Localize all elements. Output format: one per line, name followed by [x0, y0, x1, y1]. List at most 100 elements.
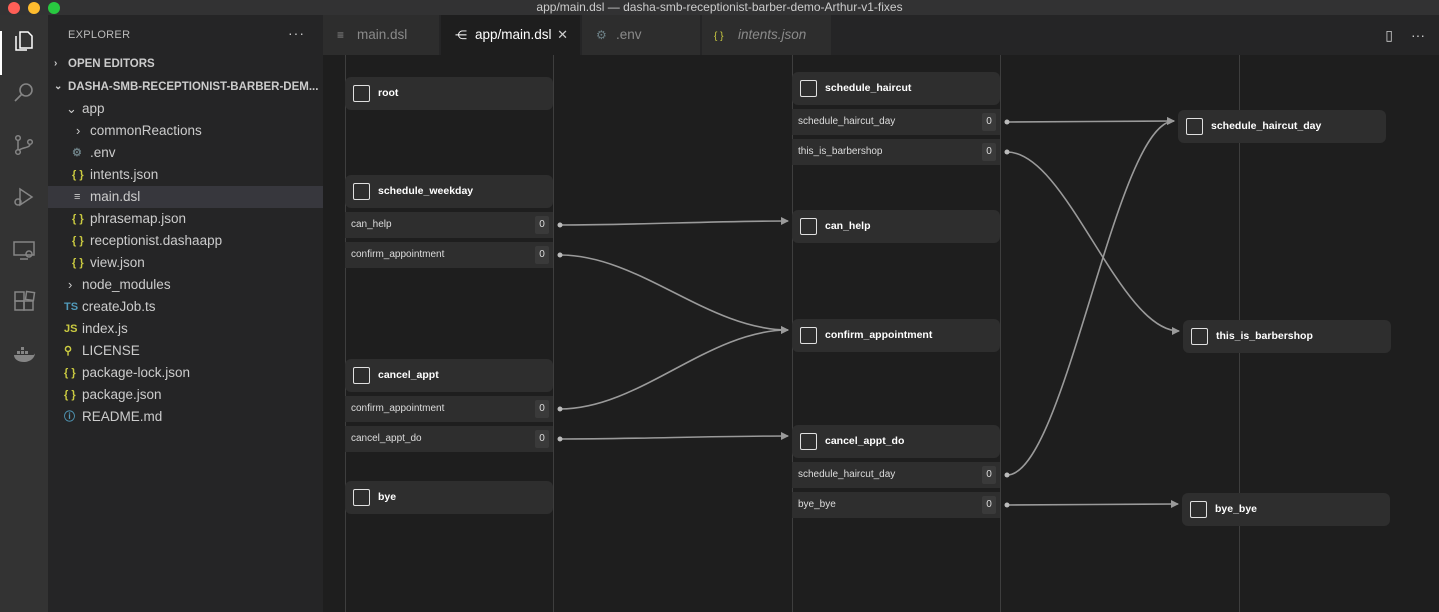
info-icon: ⓘ	[64, 411, 75, 423]
node-bye[interactable]: bye	[345, 481, 553, 518]
node-header[interactable]: can_help	[792, 210, 1000, 243]
tab-env[interactable]: ⚙ .env	[582, 15, 701, 55]
tree-item[interactable]: ≡ main.dsl	[48, 186, 323, 208]
docker-icon[interactable]	[12, 342, 36, 366]
edge-schedule-weekday-to-confirm-appointment	[559, 254, 789, 334]
tree-item[interactable]: › commonReactions	[48, 120, 323, 142]
tab-main-dsl[interactable]: ≡ main.dsl	[323, 15, 440, 55]
edge-port	[1004, 472, 1010, 478]
transition-label: bye_bye	[798, 499, 836, 510]
tree-item[interactable]: { } phrasemap.json	[48, 208, 323, 230]
transition-row[interactable]: schedule_haircut_day 0	[792, 462, 1000, 488]
maximize-window-button[interactable]	[48, 2, 60, 14]
node-header[interactable]: bye_bye	[1182, 493, 1390, 526]
tree-item[interactable]: { } package-lock.json	[48, 362, 323, 384]
node-header[interactable]: confirm_appointment	[792, 319, 1000, 352]
node-header[interactable]: this_is_barbershop	[1183, 320, 1391, 353]
node-root[interactable]: root	[345, 77, 553, 114]
tree-item[interactable]: › node_modules	[48, 274, 323, 296]
files-icon[interactable]	[12, 29, 36, 53]
node-header[interactable]: schedule_weekday	[345, 175, 553, 208]
node-header[interactable]: cancel_appt_do	[792, 425, 1000, 458]
window-title: app/main.dsl — dasha-smb-receptionist-ba…	[536, 0, 903, 14]
json-icon: { }	[64, 367, 76, 379]
node-checkbox[interactable]	[1190, 501, 1207, 518]
tree-item-label: node_modules	[82, 277, 171, 292]
tree-item[interactable]: { } intents.json	[48, 164, 323, 186]
explorer-more-button[interactable]: ···	[288, 25, 305, 41]
node-checkbox[interactable]	[353, 489, 370, 506]
node-checkbox[interactable]	[353, 183, 370, 200]
split-editor-icon[interactable]: ▯	[1385, 27, 1393, 44]
lines-icon: ≡	[74, 191, 81, 203]
tree-item-label: index.js	[82, 321, 128, 336]
tree-item[interactable]: { } view.json	[48, 252, 323, 274]
node-header[interactable]: schedule_haircut	[792, 72, 1000, 105]
tab-intents-json[interactable]: { } intents.json	[702, 15, 832, 55]
close-icon[interactable]: ✕	[557, 15, 568, 55]
node-schedule-weekday[interactable]: schedule_weekday can_help 0 confirm_appoint…	[345, 175, 553, 272]
node-checkbox[interactable]	[800, 327, 817, 344]
node-title: cancel_appt	[378, 369, 439, 381]
node-header[interactable]: cancel_appt	[345, 359, 553, 392]
node-header[interactable]: schedule_haircut_day	[1178, 110, 1386, 143]
node-title: schedule_weekday	[378, 185, 474, 197]
node-schedule-haircut-day[interactable]: schedule_haircut_day	[1178, 110, 1386, 147]
transition-label: cancel_appt_do	[351, 433, 422, 444]
edge-schedule-weekday-to-can-help	[559, 217, 789, 226]
remote-explorer-icon[interactable]	[12, 238, 36, 262]
project-section[interactable]: ⌄ DASHA-SMB-RECEPTIONIST-BARBER-DEM...	[48, 76, 323, 98]
node-checkbox[interactable]	[1186, 118, 1203, 135]
extensions-icon[interactable]	[12, 290, 36, 314]
node-header[interactable]: bye	[345, 481, 553, 514]
transition-row[interactable]: schedule_haircut_day 0	[792, 109, 1000, 135]
source-control-icon[interactable]	[12, 133, 36, 157]
node-cancel-appt[interactable]: cancel_appt confirm_appointment 0 cancel_ap…	[345, 359, 553, 456]
transition-label: this_is_barbershop	[798, 146, 883, 157]
node-checkbox[interactable]	[800, 218, 817, 235]
tree-item[interactable]: { } package.json	[48, 384, 323, 406]
tree-item[interactable]: ⓘ README.md	[48, 406, 323, 428]
run-debug-icon[interactable]	[12, 185, 36, 209]
transition-label: schedule_haircut_day	[798, 469, 896, 480]
node-title: confirm_appointment	[825, 329, 933, 341]
tab-label: intents.json	[738, 27, 807, 42]
minimize-window-button[interactable]	[28, 2, 40, 14]
tab-label: .env	[616, 27, 642, 42]
dsl-graph-view[interactable]: root schedule_weekday can_help 0 confirm_app…	[323, 55, 1439, 612]
transition-row[interactable]: cancel_appt_do 0	[345, 426, 553, 452]
node-cancel-appt-do[interactable]: cancel_appt_do schedule_haircut_day 0 bye_b…	[792, 425, 1000, 522]
transition-count: 0	[982, 496, 996, 514]
open-editors-section[interactable]: › OPEN EDITORS	[48, 53, 323, 75]
tree-item[interactable]: { } receptionist.dashaapp	[48, 230, 323, 252]
close-window-button[interactable]	[8, 2, 20, 14]
transition-row[interactable]: confirm_appointment 0	[345, 396, 553, 422]
node-bye-bye[interactable]: bye_bye	[1182, 493, 1390, 530]
search-icon[interactable]	[12, 81, 36, 105]
transition-row[interactable]: confirm_appointment 0	[345, 242, 553, 268]
node-checkbox[interactable]	[1191, 328, 1208, 345]
tree-item[interactable]: ⚙ .env	[48, 142, 323, 164]
transition-label: schedule_haircut_day	[798, 116, 896, 127]
tab-label: main.dsl	[357, 27, 408, 42]
transition-row[interactable]: can_help 0	[345, 212, 553, 238]
node-can-help[interactable]: can_help	[792, 210, 1000, 247]
node-header[interactable]: root	[345, 77, 553, 110]
tree-item[interactable]: ⌄ app	[48, 98, 323, 120]
node-checkbox[interactable]	[800, 80, 817, 97]
transition-row[interactable]: bye_bye 0	[792, 492, 1000, 518]
node-confirm-appointment[interactable]: confirm_appointment	[792, 319, 1000, 356]
node-checkbox[interactable]	[800, 433, 817, 450]
node-checkbox[interactable]	[353, 367, 370, 384]
tree-item-label: app	[82, 101, 105, 116]
node-schedule-haircut[interactable]: schedule_haircut schedule_haircut_day 0thi…	[792, 72, 1000, 169]
edge-schedule-haircut-to-this-is-barbershop	[1006, 151, 1180, 335]
transition-row[interactable]: this_is_barbershop 0	[792, 139, 1000, 165]
more-actions-icon[interactable]: ···	[1411, 27, 1425, 44]
node-this-is-barbershop[interactable]: this_is_barbershop	[1183, 320, 1391, 357]
tree-item[interactable]: TS createJob.ts	[48, 296, 323, 318]
tree-item[interactable]: JS index.js	[48, 318, 323, 340]
node-checkbox[interactable]	[353, 85, 370, 102]
tab-app-main-dsl[interactable]: ⋲ app/main.dsl ✕	[441, 15, 581, 55]
tree-item[interactable]: ⚲ LICENSE	[48, 340, 323, 362]
